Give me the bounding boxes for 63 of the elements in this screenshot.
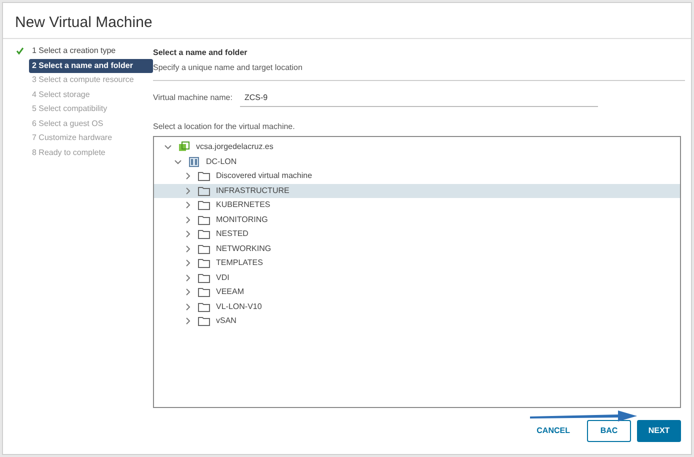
folder-icon	[198, 272, 210, 283]
tree-item-label: NESTED	[216, 228, 248, 240]
tree-item[interactable]: KUBERNETES	[154, 198, 680, 212]
tree-item-label: MONITORING	[216, 214, 268, 226]
chevron-right-icon[interactable]	[184, 186, 192, 195]
tree-item-label: vSAN	[216, 315, 236, 328]
tree-item-label: KUBERNETES	[216, 199, 270, 212]
building-icon	[188, 156, 200, 168]
chevron-right-icon[interactable]	[184, 230, 192, 238]
chevron-down-icon[interactable]	[164, 143, 172, 152]
section-title: Select a name and folder	[153, 47, 248, 59]
chevron-right-icon[interactable]	[184, 216, 192, 224]
chevron-right-icon[interactable]	[184, 244, 192, 253]
tree-item[interactable]: VEEAM	[154, 285, 680, 300]
chevron-right-icon[interactable]	[184, 259, 192, 268]
tree-item[interactable]: TEMPLATES	[154, 256, 680, 270]
dialog-button[interactable]: CANCEL	[526, 420, 581, 442]
name-input-field[interactable]: ZCS-9	[240, 90, 598, 107]
tree-item[interactable]: VDI	[154, 270, 680, 285]
chevron-right-icon[interactable]	[184, 317, 192, 326]
dialog-button[interactable]: NEXT	[637, 420, 681, 442]
chevron-right-icon[interactable]	[184, 172, 192, 180]
location-label: Select a location for the virtual machine.	[153, 121, 296, 133]
server-icon	[178, 141, 190, 154]
folder-icon	[198, 214, 210, 225]
chevron-right-icon[interactable]	[184, 274, 192, 282]
tree-item[interactable]: DC-LON	[154, 154, 680, 169]
folder-icon	[198, 302, 210, 312]
folder-icon	[198, 186, 210, 196]
wizard-step[interactable]: 2 Select a name and folder	[29, 58, 153, 73]
tree-item[interactable]: vcsa.jorgedelacruz.es	[154, 140, 680, 154]
wizard-step[interactable]: 1 Select a creation type	[29, 44, 153, 58]
tree-item[interactable]: MONITORING	[154, 212, 680, 227]
folder-icon	[198, 171, 210, 182]
chevron-right-icon[interactable]	[184, 302, 192, 311]
folder-icon	[198, 244, 210, 254]
tree-item[interactable]: INFRASTRUCTURE	[154, 184, 680, 198]
chevron-down-icon[interactable]	[174, 158, 182, 166]
tree-item[interactable]: VL-LON-V10	[154, 300, 680, 314]
tree-item[interactable]: NESTED	[154, 227, 680, 242]
folder-icon	[198, 200, 210, 210]
dialog-title: New Virtual Machine	[3, 3, 691, 39]
folder-icon	[198, 316, 210, 326]
tree-item-label: TEMPLATES	[216, 257, 263, 270]
tree-item-label: DC-LON	[206, 156, 237, 168]
tree-item-label: Discovered virtual machine	[216, 170, 312, 182]
section-subtitle: Specify a unique name and target location	[153, 59, 685, 81]
tree-item-label: VEEAM	[216, 286, 244, 298]
folder-icon	[198, 229, 210, 240]
tree-item[interactable]: NETWORKING	[154, 242, 680, 256]
chevron-right-icon[interactable]	[184, 201, 192, 210]
tree-item[interactable]: vSAN	[154, 314, 680, 328]
tree-item[interactable]: Discovered virtual machine	[154, 169, 680, 184]
tree-item-label: NETWORKING	[216, 242, 272, 255]
tree-item-label: VDI	[216, 272, 230, 284]
folder-icon	[198, 287, 210, 298]
folder-icon	[198, 258, 210, 268]
dialog-button[interactable]: BAC	[587, 420, 631, 442]
chevron-right-icon[interactable]	[184, 288, 192, 296]
tree-item-label: VL-LON-V10	[216, 300, 262, 313]
tree-item-label: INFRASTRUCTURE	[216, 184, 290, 197]
tree-item-label: vcsa.jorgedelacruz.es	[196, 141, 274, 154]
field-label: Virtual machine name:	[153, 92, 232, 104]
